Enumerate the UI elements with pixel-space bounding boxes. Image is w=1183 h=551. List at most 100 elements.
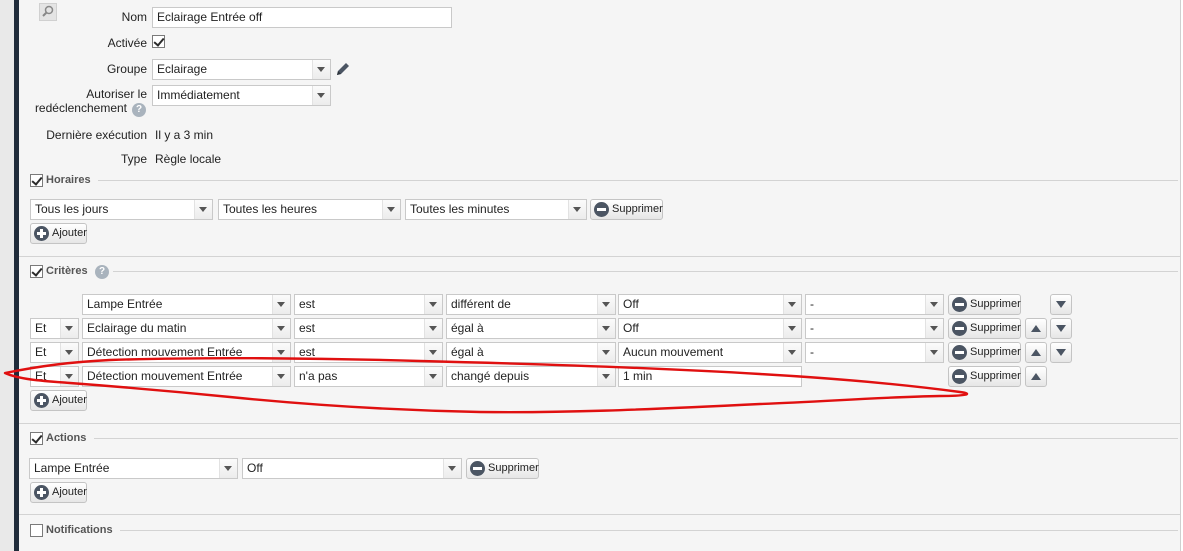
criteres-ajouter-label: Ajouter <box>52 394 87 406</box>
critere-operator-value: différent de <box>451 297 511 311</box>
chevron-down-icon <box>568 200 586 219</box>
horaires-checkbox[interactable] <box>30 174 43 187</box>
action-supprimer-button[interactable]: Supprimer <box>466 458 539 479</box>
notifications-checkbox[interactable] <box>30 524 43 537</box>
critere-device-select[interactable]: Lampe Entrée <box>82 294 291 315</box>
critere-conjunction-select[interactable]: Et <box>30 366 79 387</box>
critere-value-value: Off <box>623 297 639 311</box>
nom-input[interactable]: Eclairage Entrée off <box>152 7 452 28</box>
chevron-down-icon <box>382 200 400 219</box>
horaires-minutes-value: Toutes les minutes <box>410 202 510 216</box>
critere-supprimer-button[interactable]: Supprimer <box>948 366 1021 387</box>
chevron-down-icon <box>424 343 442 362</box>
horaires-supprimer-button[interactable]: Supprimer <box>590 199 663 220</box>
help-icon[interactable]: ? <box>132 103 146 117</box>
critere-extra-select[interactable]: - <box>805 342 944 363</box>
chevron-down-icon <box>60 319 78 338</box>
chevron-down-icon <box>925 295 943 314</box>
chevron-down-icon <box>925 343 943 362</box>
minus-circle-icon <box>952 321 967 336</box>
horaires-minutes-select[interactable]: Toutes les minutes <box>405 199 587 220</box>
critere-supprimer-button[interactable]: Supprimer <box>948 294 1021 315</box>
criteres-ajouter-button[interactable]: Ajouter <box>30 390 87 411</box>
chevron-down-icon <box>312 86 330 105</box>
critere-operator-value: changé depuis <box>451 369 530 383</box>
criteres-legend: Critères <box>46 265 88 277</box>
chevron-down-icon <box>60 367 78 386</box>
critere-verb-select[interactable]: est <box>294 342 443 363</box>
critere-supprimer-label: Supprimer <box>970 346 1021 358</box>
chevron-down-icon <box>272 367 290 386</box>
critere-conjunction-select[interactable]: Et <box>30 318 79 339</box>
move-up-button[interactable] <box>1025 318 1047 339</box>
nom-label: Nom <box>121 10 147 24</box>
action-value-select[interactable]: Off <box>242 458 462 479</box>
critere-verb-select[interactable]: est <box>294 318 443 339</box>
critere-supprimer-button[interactable]: Supprimer <box>948 318 1021 339</box>
actions-divider <box>94 438 1178 439</box>
horaires-ajouter-button[interactable]: Ajouter <box>30 223 87 244</box>
critere-verb-select[interactable]: est <box>294 294 443 315</box>
chevron-down-icon <box>194 200 212 219</box>
move-down-button[interactable] <box>1050 294 1072 315</box>
chevron-down-icon <box>783 343 801 362</box>
autoriser-label-line1: Autoriser le <box>86 87 147 101</box>
actions-ajouter-button[interactable]: Ajouter <box>30 482 87 503</box>
critere-extra-select[interactable]: - <box>805 294 944 315</box>
critere-operator-select[interactable]: changé depuis <box>446 366 616 387</box>
move-up-button[interactable] <box>1025 366 1047 387</box>
move-up-button[interactable] <box>1025 342 1047 363</box>
critere-device-select[interactable]: Détection mouvement Entrée <box>82 342 291 363</box>
autoriser-select[interactable]: Immédiatement <box>152 85 331 106</box>
critere-device-select[interactable]: Eclairage du matin <box>82 318 291 339</box>
chevron-down-icon <box>783 295 801 314</box>
chevron-down-icon <box>219 459 237 478</box>
activee-label: Activée <box>107 36 147 50</box>
chevron-down-icon <box>783 319 801 338</box>
chevron-down-icon <box>60 343 78 362</box>
critere-operator-select[interactable]: égal à <box>446 318 616 339</box>
chevron-down-icon <box>272 319 290 338</box>
critere-supprimer-button[interactable]: Supprimer <box>948 342 1021 363</box>
section-separator <box>19 256 1180 257</box>
pencil-icon[interactable] <box>334 60 352 78</box>
critere-supprimer-label: Supprimer <box>970 370 1021 382</box>
help-icon[interactable]: ? <box>95 265 109 279</box>
critere-value-select[interactable]: Off <box>618 294 802 315</box>
horaires-heures-value: Toutes les heures <box>223 202 318 216</box>
action-device-select[interactable]: Lampe Entrée <box>29 458 238 479</box>
chevron-down-icon <box>272 343 290 362</box>
critere-value-select[interactable]: Aucun mouvement <box>618 342 802 363</box>
critere-extra-select[interactable]: - <box>805 318 944 339</box>
plus-circle-icon <box>34 485 49 500</box>
critere-duration-input[interactable]: 1 min <box>618 366 802 387</box>
chevron-down-icon <box>312 60 330 79</box>
critere-conjunction-value: Et <box>35 321 47 335</box>
actions-checkbox[interactable] <box>30 432 43 445</box>
critere-operator-select[interactable]: égal à <box>446 342 616 363</box>
horaires-heures-select[interactable]: Toutes les heures <box>218 199 401 220</box>
critere-operator-select[interactable]: différent de <box>446 294 616 315</box>
move-down-button[interactable] <box>1050 342 1072 363</box>
critere-value-value: Aucun mouvement <box>623 345 724 359</box>
chevron-down-icon <box>424 319 442 338</box>
critere-verb-select[interactable]: n'a pas <box>294 366 443 387</box>
critere-value-select[interactable]: Off <box>618 318 802 339</box>
chevron-down-icon <box>597 343 615 362</box>
critere-operator-value: égal à <box>451 345 484 359</box>
criteres-checkbox[interactable] <box>30 265 43 278</box>
chevron-down-icon <box>597 295 615 314</box>
chevron-down-icon <box>597 319 615 338</box>
horaires-jours-select[interactable]: Tous les jours <box>30 199 213 220</box>
minus-circle-icon <box>952 369 967 384</box>
action-device-value: Lampe Entrée <box>34 461 110 475</box>
critere-verb-value: est <box>299 297 316 311</box>
horaires-jours-value: Tous les jours <box>35 202 109 216</box>
horaires-divider <box>98 180 1178 181</box>
move-down-button[interactable] <box>1050 318 1072 339</box>
chevron-down-icon <box>925 319 943 338</box>
groupe-select[interactable]: Eclairage <box>152 59 331 80</box>
critere-conjunction-select[interactable]: Et <box>30 342 79 363</box>
critere-device-select[interactable]: Détection mouvement Entrée <box>82 366 291 387</box>
activee-checkbox[interactable] <box>152 35 165 48</box>
